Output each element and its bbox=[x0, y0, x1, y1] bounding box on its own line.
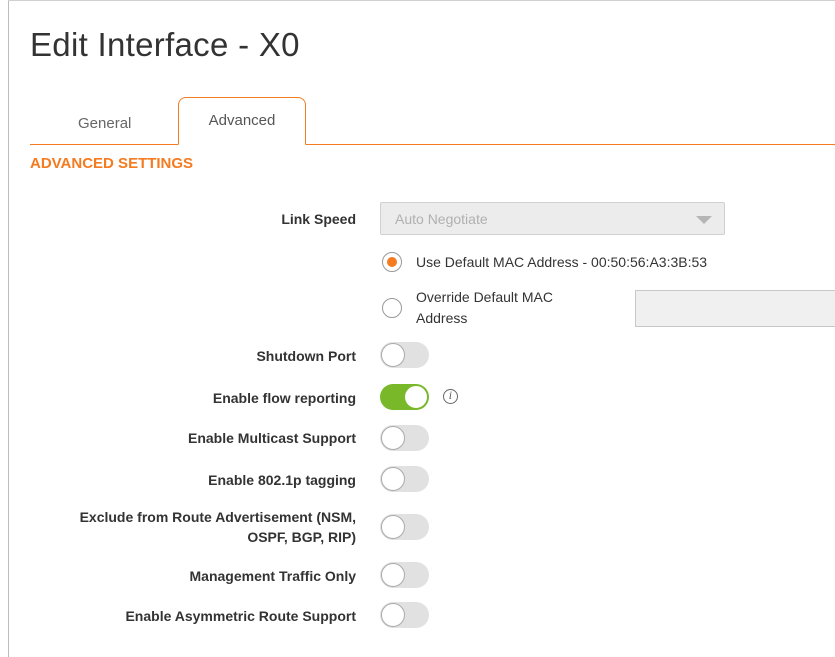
override-mac-label-line2: Address bbox=[416, 310, 468, 326]
dialog-top-border bbox=[8, 0, 835, 1]
toggle-knob bbox=[381, 563, 405, 587]
tab-underline bbox=[30, 144, 835, 145]
shutdown-port-toggle[interactable] bbox=[380, 342, 429, 368]
section-title: ADVANCED SETTINGS bbox=[30, 155, 194, 172]
exclude-route-ad-label-line2: OSPF, BGP, RIP) bbox=[247, 529, 356, 545]
multicast-support-label: Enable Multicast Support bbox=[187, 430, 356, 446]
multicast-support-toggle[interactable] bbox=[380, 425, 429, 451]
dialog-left-border bbox=[8, 0, 9, 657]
asymmetric-route-toggle[interactable] bbox=[380, 602, 429, 628]
management-traffic-label: Management Traffic Only bbox=[189, 568, 356, 584]
toggle-knob bbox=[381, 603, 405, 627]
exclude-route-ad-label-line1: Exclude from Route Advertisement (NSM, bbox=[79, 509, 356, 525]
flow-reporting-label: Enable flow reporting bbox=[212, 390, 356, 406]
tagging-8021p-toggle[interactable] bbox=[380, 466, 429, 492]
override-mac-label-line1: Override Default MAC bbox=[416, 289, 553, 305]
use-default-mac-radio[interactable] bbox=[382, 252, 402, 272]
asymmetric-route-label: Enable Asymmetric Route Support bbox=[125, 608, 356, 624]
tab-advanced[interactable]: Advanced bbox=[178, 97, 306, 145]
toggle-knob bbox=[381, 343, 405, 367]
shutdown-port-label: Shutdown Port bbox=[256, 348, 356, 364]
link-speed-value: Auto Negotiate bbox=[395, 211, 488, 227]
page-title: Edit Interface - X0 bbox=[30, 26, 300, 63]
management-traffic-toggle[interactable] bbox=[380, 562, 429, 588]
override-mac-radio[interactable] bbox=[382, 298, 402, 318]
toggle-knob bbox=[404, 385, 428, 409]
info-icon[interactable]: i bbox=[443, 389, 458, 404]
flow-reporting-toggle[interactable] bbox=[380, 384, 429, 410]
toggle-knob bbox=[381, 426, 405, 450]
toggle-knob bbox=[381, 467, 405, 491]
exclude-route-ad-toggle[interactable] bbox=[380, 514, 429, 540]
toggle-knob bbox=[381, 515, 405, 539]
override-mac-input[interactable] bbox=[635, 290, 835, 327]
tab-bar: General Advanced bbox=[30, 97, 835, 145]
link-speed-label: Link Speed bbox=[281, 211, 356, 227]
link-speed-select[interactable]: Auto Negotiate bbox=[380, 202, 725, 235]
tab-general[interactable]: General bbox=[78, 115, 131, 132]
use-default-mac-label: Use Default MAC Address - 00:50:56:A3:3B… bbox=[416, 254, 708, 270]
chevron-down-icon bbox=[696, 216, 712, 224]
tagging-8021p-label: Enable 802.1p tagging bbox=[208, 472, 356, 488]
